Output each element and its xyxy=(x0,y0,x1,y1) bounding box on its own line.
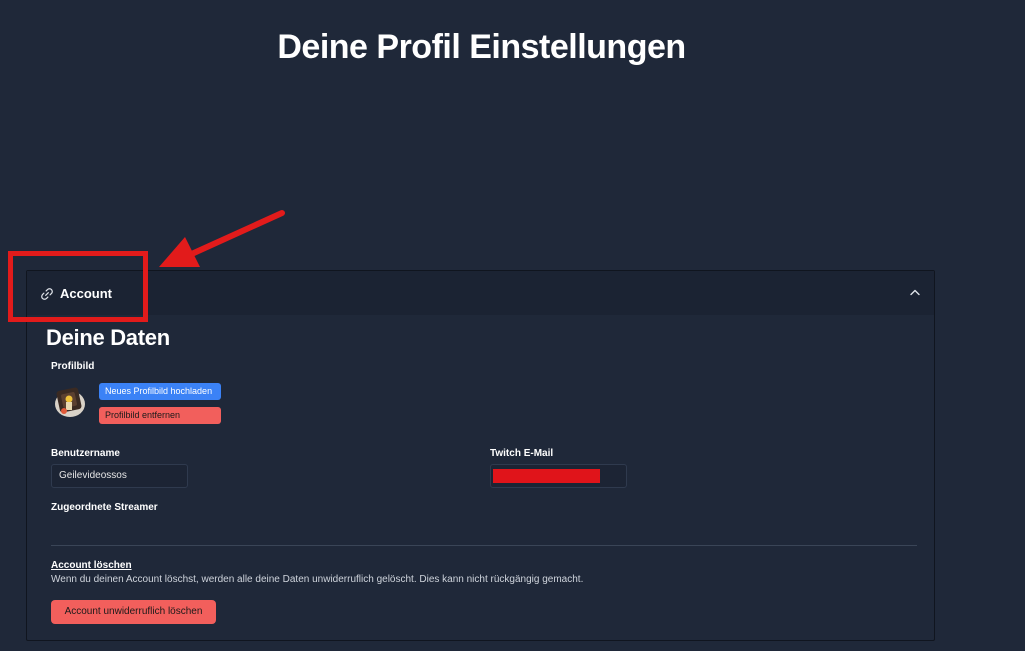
account-panel: Account Deine Daten Profilbild Neues Pro… xyxy=(26,270,935,641)
twitch-email-label: Twitch E-Mail xyxy=(490,448,554,459)
page-title: Deine Profil Einstellungen xyxy=(277,28,686,66)
username-label: Benutzername xyxy=(51,448,120,459)
account-panel-header[interactable]: Account xyxy=(27,271,934,315)
delete-account-title: Account löschen xyxy=(51,560,132,571)
twitch-email-field[interactable] xyxy=(490,464,627,488)
annotation-arrow-icon xyxy=(159,210,285,267)
streamers-label: Zugeordnete Streamer xyxy=(51,502,158,513)
chevron-up-icon[interactable] xyxy=(910,288,920,296)
avatar xyxy=(55,387,85,417)
delete-account-button[interactable]: Account unwiderruflich löschen xyxy=(51,600,216,624)
annotation-highlight-box xyxy=(8,251,148,322)
upload-profile-picture-button[interactable]: Neues Profilbild hochladen xyxy=(99,383,221,400)
redaction-bar xyxy=(493,469,600,483)
remove-profile-picture-button[interactable]: Profilbild entfernen xyxy=(99,407,221,424)
delete-account-description: Wenn du deinen Account löschst, werden a… xyxy=(51,574,584,585)
section-title: Deine Daten xyxy=(46,325,170,350)
profile-picture-label: Profilbild xyxy=(51,361,95,372)
divider xyxy=(51,545,917,546)
username-field[interactable]: Geilevideossos xyxy=(51,464,188,488)
